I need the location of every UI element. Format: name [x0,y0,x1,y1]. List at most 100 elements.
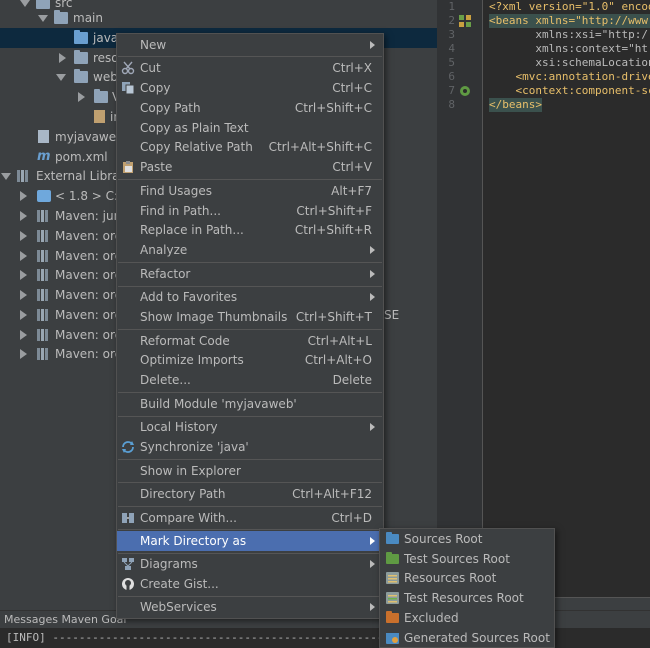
spring-bean-icon[interactable] [459,15,471,27]
menu-item-diagrams[interactable]: Diagrams [117,554,383,574]
menu-item-create-gist[interactable]: Create Gist... [117,574,383,594]
expand-arrow-icon[interactable] [56,74,66,81]
component-scan-icon[interactable] [459,85,471,97]
menu-separator [118,529,382,530]
submenu-arrow-icon [370,560,375,568]
collapse-arrow-icon[interactable] [78,92,85,102]
menu-item-show-image-thumbnails[interactable]: Show Image Thumbnails Ctrl+Shift+T [117,307,383,327]
submenu-arrow-icon [370,423,375,431]
menu-item-analyze[interactable]: Analyze [117,240,383,260]
bottom-tabs-label[interactable]: Messages Maven Goal [4,613,126,626]
code-line-3[interactable]: xmlns:xsi="http:/ [489,28,648,42]
library-icon [37,269,51,281]
submenu-arrow-icon [370,270,375,278]
collapse-arrow-icon[interactable] [59,53,66,63]
compare-icon [122,513,134,523]
submenu-item-test-resources-root[interactable]: Test Resources Root [380,588,554,608]
submenu-item-test-sources-root[interactable]: Test Sources Root [380,549,554,569]
submenu-arrow-icon [370,293,375,301]
menu-item-mark-directory-as[interactable]: Mark Directory as [117,531,383,551]
library-icon [37,230,51,242]
expand-arrow-icon[interactable] [1,173,11,180]
collapse-arrow-icon[interactable] [20,290,27,300]
iml-file-icon [38,130,49,143]
menu-item-replace-in-path[interactable]: Replace in Path... Ctrl+Shift+R [117,220,383,240]
menu-separator [118,459,382,460]
submenu-item-generated-sources-root[interactable]: Generated Sources Root [380,628,554,648]
menu-item-copy-plain-text[interactable]: Copy as Plain Text [117,118,383,138]
collapse-arrow-icon[interactable] [20,270,27,280]
submenu-item-resources-root[interactable]: Resources Root [380,568,554,588]
diagram-icon [122,558,134,570]
jdk-icon [37,190,51,202]
code-line-6[interactable]: <mvc:annotation-drive [489,70,650,84]
code-line-7[interactable]: <context:component-sc [489,84,650,98]
menu-item-build-module[interactable]: Build Module 'myjavaweb' [117,394,383,414]
editor-gutter: 1 2 3 4 5 6 7 8 [437,0,483,597]
menu-item-webservices[interactable]: WebServices [117,597,383,617]
menu-item-directory-path[interactable]: Directory Path Ctrl+Alt+F12 [117,484,383,504]
menu-item-add-to-favorites[interactable]: Add to Favorites [117,287,383,307]
collapse-arrow-icon[interactable] [20,211,27,221]
collapse-arrow-icon[interactable] [20,330,27,340]
library-icon [37,210,51,222]
scissors-icon [121,61,135,75]
folder-icon [94,89,108,103]
menu-item-paste[interactable]: Paste Ctrl+V [117,157,383,177]
menu-item-cut[interactable]: Cut Ctrl+X [117,58,383,78]
collapse-arrow-icon[interactable] [20,191,27,201]
code-editor[interactable]: 1 2 3 4 5 6 7 8 <?xml version="1.0" enco… [437,0,650,597]
menu-separator [118,179,382,180]
menu-item-reformat-code[interactable]: Reformat Code Ctrl+Alt+L [117,331,383,351]
menu-item-find-usages[interactable]: Find Usages Alt+F7 [117,181,383,201]
github-icon [122,578,134,590]
submenu-arrow-icon [370,537,375,545]
library-icon [37,329,51,341]
collapse-arrow-icon[interactable] [20,349,27,359]
maven-icon: m [37,149,51,164]
mark-directory-submenu[interactable]: Sources Root Test Sources Root Resources… [379,528,555,648]
menu-item-refactor[interactable]: Refactor [117,264,383,284]
menu-item-find-in-path[interactable]: Find in Path... Ctrl+Shift+F [117,201,383,221]
submenu-item-excluded[interactable]: Excluded [380,608,554,628]
sources-root-folder-icon [386,532,399,544]
menu-separator [118,56,382,57]
jsp-file-icon [94,110,105,123]
menu-item-copy[interactable]: Copy Ctrl+C [117,78,383,98]
menu-separator [118,506,382,507]
folder-icon [54,10,68,24]
code-line-1[interactable]: <?xml version="1.0" encod [489,0,650,14]
submenu-arrow-icon [370,41,375,49]
menu-separator [118,329,382,330]
library-icon [37,250,51,262]
code-line-8[interactable]: </beans> [489,98,542,112]
library-icon [37,289,51,301]
menu-item-show-in-explorer[interactable]: Show in Explorer [117,461,383,481]
menu-separator [118,482,382,483]
menu-item-new[interactable]: New [117,35,383,55]
menu-item-copy-relative-path[interactable]: Copy Relative Path Ctrl+Alt+Shift+C [117,137,383,157]
tree-row-main[interactable]: main [0,8,437,28]
collapse-arrow-icon[interactable] [20,310,27,320]
submenu-arrow-icon [370,603,375,611]
menu-item-delete[interactable]: Delete... Delete [117,370,383,390]
code-line-5[interactable]: xsi:schemaLocation [489,56,650,70]
context-menu[interactable]: New Cut Ctrl+X Copy Ctrl+C Copy Path Ctrl+S… [116,33,384,619]
source-folder-icon [74,30,88,44]
menu-item-synchronize[interactable]: Synchronize 'java' [117,437,383,457]
editor-scroll-area [555,597,650,610]
collapse-arrow-icon[interactable] [20,231,27,241]
copy-icon [122,82,135,95]
menu-item-copy-path[interactable]: Copy Path Ctrl+Shift+C [117,98,383,118]
code-line-4[interactable]: xmlns:context="ht [489,42,648,56]
menu-item-optimize-imports[interactable]: Optimize Imports Ctrl+Alt+O [117,350,383,370]
test-resources-folder-icon [386,592,399,604]
menu-item-local-history[interactable]: Local History [117,417,383,437]
code-line-2[interactable]: <beans xmlns="http://www. [489,14,650,28]
submenu-arrow-icon [370,246,375,254]
excluded-folder-icon [386,611,399,623]
collapse-arrow-icon[interactable] [20,251,27,261]
submenu-item-sources-root[interactable]: Sources Root [380,529,554,549]
expand-arrow-icon[interactable] [38,15,48,22]
menu-item-compare-with[interactable]: Compare With... Ctrl+D [117,508,383,528]
